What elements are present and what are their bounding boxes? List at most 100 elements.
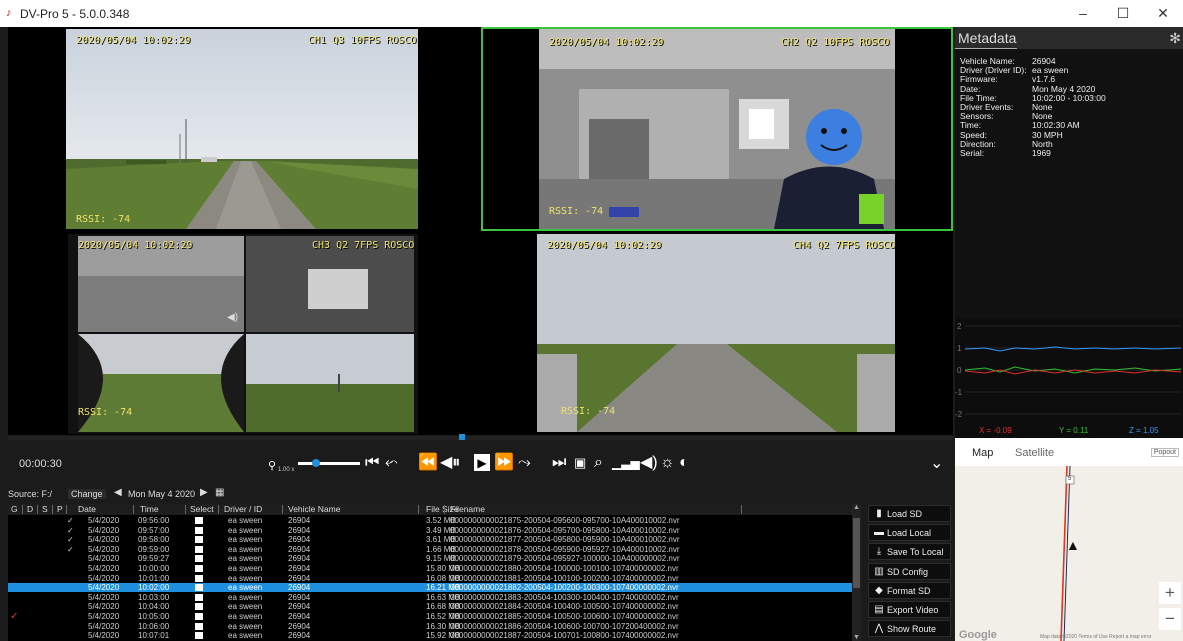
- select-checkbox[interactable]: [195, 584, 203, 592]
- step-forward-icon[interactable]: ⤳: [518, 454, 531, 472]
- brightness-icon[interactable]: ☼: [660, 454, 675, 472]
- table-row[interactable]: 5/4/2020 10:06:00 ea sween 26904 16.30 MB 000…: [8, 622, 858, 631]
- sd-card-icon: ▮: [876, 508, 882, 519]
- table-row[interactable]: ✓ 5/4/2020 09:59:00 ea sween 26904 1.66 MB 000…: [8, 545, 858, 554]
- zoom-icon[interactable]: ⌕: [594, 454, 603, 472]
- show-route-button[interactable]: ⋀ Show Route: [868, 620, 951, 638]
- play-button[interactable]: ▶: [474, 454, 490, 471]
- audio-level-icon[interactable]: ▁▃▅: [612, 454, 640, 472]
- col-s[interactable]: S: [42, 504, 48, 514]
- sd-config-button[interactable]: ▥ SD Config: [868, 562, 951, 580]
- close-button[interactable]: ✕: [1143, 2, 1183, 24]
- minimize-button[interactable]: –: [1063, 2, 1103, 24]
- col-p[interactable]: P: [57, 504, 63, 514]
- col-driver[interactable]: Driver / ID: [224, 504, 262, 514]
- table-row[interactable]: 5/4/2020 10:04:00 ea sween 26904 16.68 MB 000…: [8, 602, 858, 611]
- select-checkbox[interactable]: [195, 574, 203, 582]
- select-checkbox[interactable]: [195, 622, 203, 630]
- previous-frame-icon[interactable]: ◀⏸: [440, 454, 460, 472]
- file-name: 0000000000021886-200504-100600-100700-10…: [450, 621, 679, 631]
- download-icon: ⤓: [876, 546, 882, 558]
- camera-1[interactable]: 2020/05/04 10:02:29 CH1 Q3 10FPS ROSCO R…: [8, 27, 480, 231]
- previous-date-icon[interactable]: ◀: [114, 487, 122, 498]
- table-row[interactable]: ✓ 5/4/2020 10:05:00 ea sween 26904 16.52 MB 00…: [8, 612, 858, 622]
- scrollbar-thumb[interactable]: [853, 518, 860, 588]
- table-row[interactable]: 5/4/2020 10:02:00 ea sween 26904 16.21 MB 000…: [8, 583, 858, 593]
- file-p-mark: ✓: [67, 516, 74, 525]
- col-filename[interactable]: Filename: [450, 504, 485, 514]
- select-checkbox[interactable]: [195, 603, 203, 611]
- snapshot-icon[interactable]: ▣: [574, 454, 586, 472]
- camera-4[interactable]: 2020/05/04 10:02:29 CH4 Q2 7FPS ROSCO RS…: [481, 232, 953, 435]
- metadata-header: Metadata ✻: [955, 27, 1183, 49]
- map-footer[interactable]: Map data ©2020 Terms of Use Report a map…: [1040, 634, 1151, 640]
- select-checkbox[interactable]: [195, 593, 203, 601]
- source-label: Source: F:/: [8, 489, 53, 499]
- metadata-tab-underline: [955, 48, 1017, 49]
- select-checkbox[interactable]: [195, 632, 203, 640]
- camera-2[interactable]: 2020/05/04 10:02:29 CH2 Q2 10FPS ROSCO R…: [481, 27, 953, 231]
- file-list[interactable]: G D S P Date Time Select Driver / ID Veh…: [8, 504, 858, 641]
- map-tab[interactable]: Map: [972, 447, 993, 459]
- camera-3[interactable]: 2020/05/04 10:02:29 CH3 Q2 7FPS ROSCO RS…: [8, 232, 480, 435]
- table-row[interactable]: 5/4/2020 10:00:00 ea sween 26904 15.80 MB 000…: [8, 564, 858, 573]
- video-grid[interactable]: 2020/05/04 10:02:29 CH1 Q3 10FPS ROSCO R…: [8, 27, 953, 435]
- table-row[interactable]: 5/4/2020 09:59:27 ea sween 26904 9.15 MB 0000…: [8, 554, 858, 563]
- save-to-local-button[interactable]: ⤓ Save To Local: [868, 543, 951, 561]
- format-sd-button[interactable]: ◆ Format SD: [868, 581, 951, 599]
- select-checkbox[interactable]: [195, 545, 203, 553]
- metadata-label: Serial:: [960, 148, 985, 158]
- table-row[interactable]: ✓ 5/4/2020 09:57:00 ea sween 26904 3.49 MB 000…: [8, 526, 858, 535]
- file-date: 5/4/2020: [88, 592, 120, 602]
- file-name: 0000000000021883-200504-100300-100400-10…: [450, 592, 679, 602]
- select-checkbox[interactable]: [195, 536, 203, 544]
- file-name: 0000000000021887-200504-100701-100800-10…: [450, 631, 679, 641]
- map-panel[interactable]: 5 ▲ Map Satellite Popout + − Google Map …: [955, 438, 1183, 641]
- fast-forward-icon[interactable]: ⏩: [494, 454, 514, 472]
- scroll-up-icon[interactable]: ▲: [853, 504, 860, 511]
- popout-button[interactable]: Popout: [1150, 448, 1179, 457]
- select-checkbox[interactable]: [195, 526, 203, 534]
- speed-slider[interactable]: [298, 459, 360, 467]
- table-row[interactable]: 5/4/2020 10:03:00 ea sween 26904 16.63 MB 000…: [8, 593, 858, 602]
- col-d[interactable]: D: [27, 504, 33, 514]
- calendar-icon[interactable]: ▦: [215, 487, 224, 498]
- select-checkbox[interactable]: [195, 517, 203, 524]
- file-vehicle: 26904: [288, 544, 311, 554]
- skip-to-start-icon[interactable]: ⏮: [365, 454, 379, 472]
- load-local-button[interactable]: ▬ Load Local: [868, 524, 951, 542]
- rewind-icon[interactable]: ⏪: [418, 454, 438, 472]
- metadata-tab[interactable]: Metadata: [958, 30, 1016, 46]
- satellite-tab[interactable]: Satellite: [1015, 447, 1054, 459]
- file-list-scrollbar[interactable]: ▲ ▼: [852, 504, 861, 641]
- table-row[interactable]: ✓ 5/4/2020 09:58:00 ea sween 26904 3.61 MB 000…: [8, 535, 858, 544]
- load-sd-button[interactable]: ▮ Load SD: [868, 505, 951, 522]
- scroll-down-icon[interactable]: ▼: [853, 634, 860, 641]
- select-checkbox[interactable]: [195, 555, 203, 563]
- file-name: 0000000000021876-200504-095700-095800-10…: [450, 525, 680, 535]
- export-video-button[interactable]: ▤ Export Video: [868, 601, 951, 618]
- chevron-down-icon[interactable]: ⌄: [930, 453, 943, 473]
- next-date-icon[interactable]: ▶: [200, 487, 208, 498]
- volume-icon[interactable]: ◀): [640, 454, 658, 472]
- select-checkbox[interactable]: [195, 613, 203, 620]
- col-vehicle[interactable]: Vehicle Name: [288, 504, 340, 514]
- zoom-in-button[interactable]: +: [1159, 582, 1181, 604]
- select-checkbox[interactable]: [195, 565, 203, 572]
- col-select[interactable]: Select: [190, 504, 214, 514]
- contrast-icon[interactable]: ◐: [679, 454, 689, 472]
- gear-icon[interactable]: ✻: [1169, 30, 1181, 47]
- zoom-out-button[interactable]: −: [1159, 608, 1181, 630]
- table-row[interactable]: 5/4/2020 10:01:00 ea sween 26904 16.08 MB 000…: [8, 574, 858, 583]
- step-back-icon[interactable]: ⬿: [385, 454, 398, 472]
- col-date[interactable]: Date: [78, 504, 96, 514]
- col-g[interactable]: G: [11, 504, 18, 514]
- skip-to-end-icon[interactable]: ⏭: [552, 454, 566, 472]
- maximize-button[interactable]: ☐: [1103, 2, 1143, 24]
- col-time[interactable]: Time: [140, 504, 159, 514]
- table-row[interactable]: 5/4/2020 10:07:01 ea sween 26904 15.92 MB 000…: [8, 631, 858, 640]
- change-source-button[interactable]: Change: [68, 489, 106, 499]
- table-row[interactable]: ✓ 5/4/2020 09:56:00 ea sween 26904 3.52 MB 000…: [8, 516, 858, 525]
- camera-2-image: [539, 29, 895, 229]
- speed-slider-handle[interactable]: [312, 459, 320, 467]
